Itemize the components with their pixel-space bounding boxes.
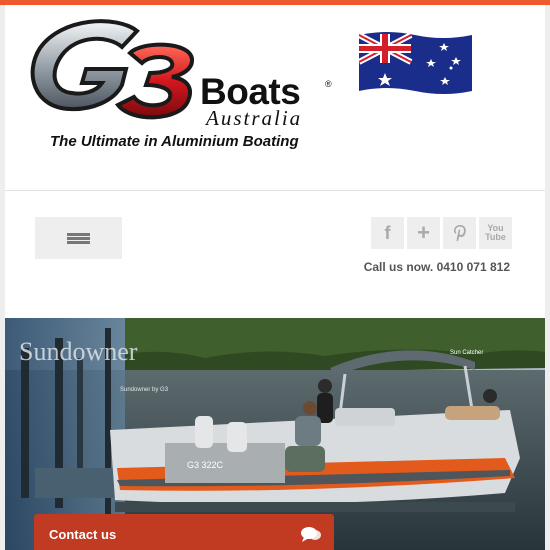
menu-toggle-button[interactable]	[35, 217, 122, 259]
australian-flag-icon	[359, 32, 472, 94]
logo-sub-text: Australia	[206, 106, 303, 130]
pinterest-button[interactable]	[443, 217, 476, 249]
logo-tagline: The Ultimate in Aluminium Boating	[50, 133, 299, 150]
pinterest-icon	[453, 225, 466, 241]
facebook-icon: f	[384, 222, 391, 243]
facebook-button[interactable]: f	[371, 217, 404, 249]
chat-bubble-icon	[301, 527, 321, 542]
plus-icon: +	[417, 220, 430, 245]
youtube-icon-bottom: Tube	[485, 232, 506, 242]
g3-logo-mark	[30, 19, 195, 120]
hero-overlay-title: Sundowner	[19, 337, 138, 366]
youtube-button[interactable]: You Tube	[479, 217, 512, 249]
contact-us-bar[interactable]: Contact us	[34, 514, 334, 550]
call-us-text: Call us now. 0410 071 812	[363, 260, 510, 274]
hero-boat-brand: Sun Catcher	[450, 350, 483, 356]
page-container: Boats ® Australia The Ultimate in Alumin…	[5, 5, 545, 550]
google-plus-button[interactable]: +	[407, 217, 440, 249]
hero-hull-text: G3 322C	[187, 460, 224, 470]
header-divider	[5, 190, 545, 191]
hero-overlay-sub: Sundowner by G3	[120, 387, 169, 393]
site-logo[interactable]: Boats ® Australia The Ultimate in Alumin…	[22, 13, 342, 150]
hamburger-menu-icon	[67, 233, 90, 244]
registered-mark: ®	[325, 79, 332, 89]
contact-us-label: Contact us	[49, 527, 117, 542]
